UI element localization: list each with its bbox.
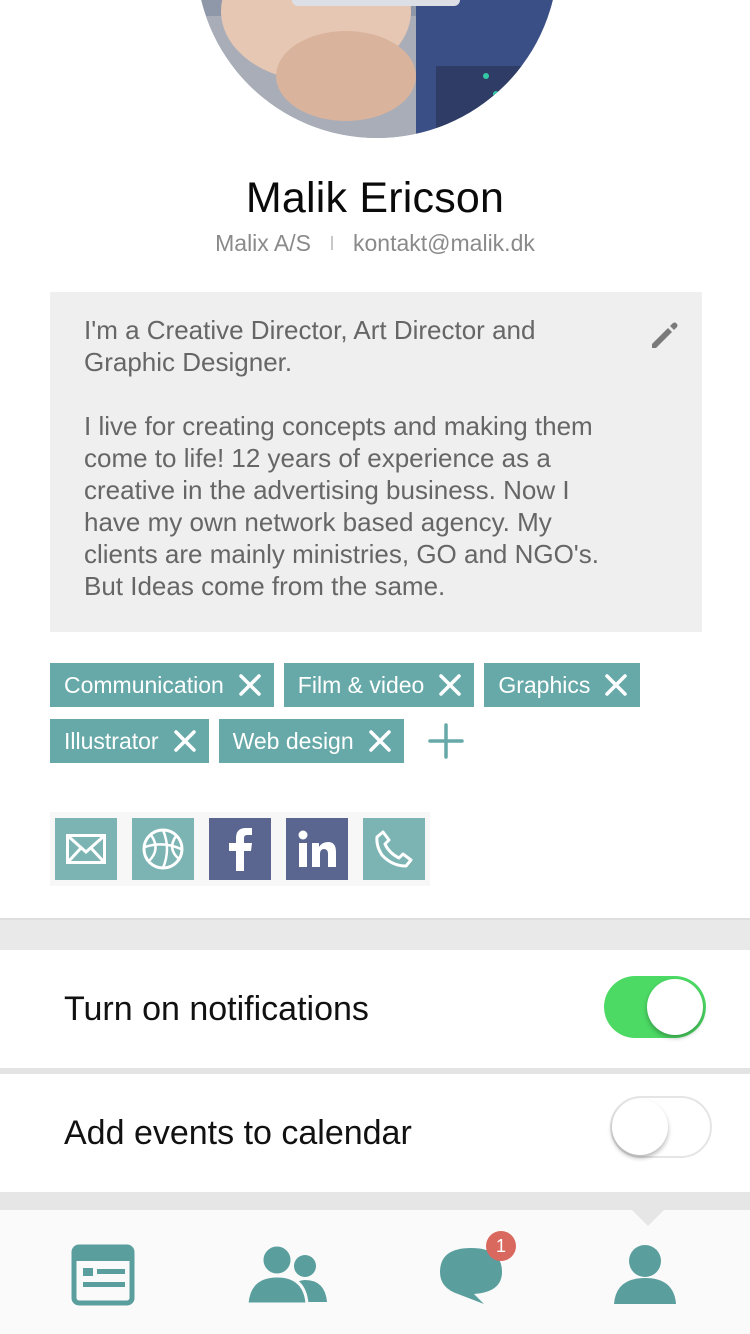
tag-illustrator[interactable]: Illustrator [50,719,209,763]
remove-tag-icon[interactable] [368,729,392,753]
tags-list: Communication Film & video Graphics Illu… [50,663,710,775]
profile-icon[interactable] [600,1240,690,1310]
tag-film-video[interactable]: Film & video [283,663,475,707]
tag-label: Graphics [498,671,591,698]
notifications-label: Turn on notifications [64,990,369,1028]
bio-text: I'm a Creative Director, Art Director an… [84,315,599,601]
setting-calendar: Add events to calendar [0,1074,750,1192]
company-name: Malix A/S [215,230,311,256]
social-links [50,812,430,886]
section-divider [0,918,750,950]
people-icon[interactable] [242,1240,332,1310]
calendar-toggle[interactable] [610,1096,712,1158]
tag-label: Illustrator [64,727,159,754]
remove-tag-icon[interactable] [238,673,262,697]
linkedin-icon[interactable] [286,818,348,880]
tag-row: Communication Film & video Graphics [50,663,710,707]
profile-name: Malik Ericson [245,174,505,222]
tag-web-design[interactable]: Web design [218,719,404,763]
meta-separator [331,235,333,250]
add-tag-icon[interactable] [427,723,464,759]
news-icon[interactable] [58,1240,148,1310]
mail-icon[interactable] [55,818,117,880]
edit-pencil-icon[interactable] [648,320,680,352]
tag-communication[interactable]: Communication [50,663,274,707]
tag-graphics[interactable]: Graphics [484,663,641,707]
tab-bar [0,1210,750,1334]
setting-notifications: Turn on notifications [0,950,750,1068]
profile-avatar[interactable] [196,0,558,138]
remove-tag-icon[interactable] [173,729,197,753]
chat-badge: 1 [486,1231,516,1261]
notifications-toggle[interactable] [604,976,706,1038]
remove-tag-icon[interactable] [438,673,462,697]
bio-card: I'm a Creative Director, Art Director an… [50,292,702,632]
toggle-knob [647,979,703,1035]
active-tab-pointer [630,1208,666,1226]
contact-email[interactable]: kontakt@malik.dk [353,230,535,256]
calendar-label: Add events to calendar [64,1114,412,1152]
toggle-knob [612,1099,668,1155]
tag-label: Communication [64,671,224,698]
tag-label: Film & video [297,671,425,698]
tag-row: Illustrator Web design [50,719,710,763]
remove-tag-icon[interactable] [604,673,628,697]
globe-icon[interactable] [132,818,194,880]
phone-icon[interactable] [363,818,425,880]
profile-meta: Malix A/S kontakt@malik.dk [0,230,750,257]
facebook-icon[interactable] [209,818,271,880]
tag-label: Web design [232,727,354,754]
